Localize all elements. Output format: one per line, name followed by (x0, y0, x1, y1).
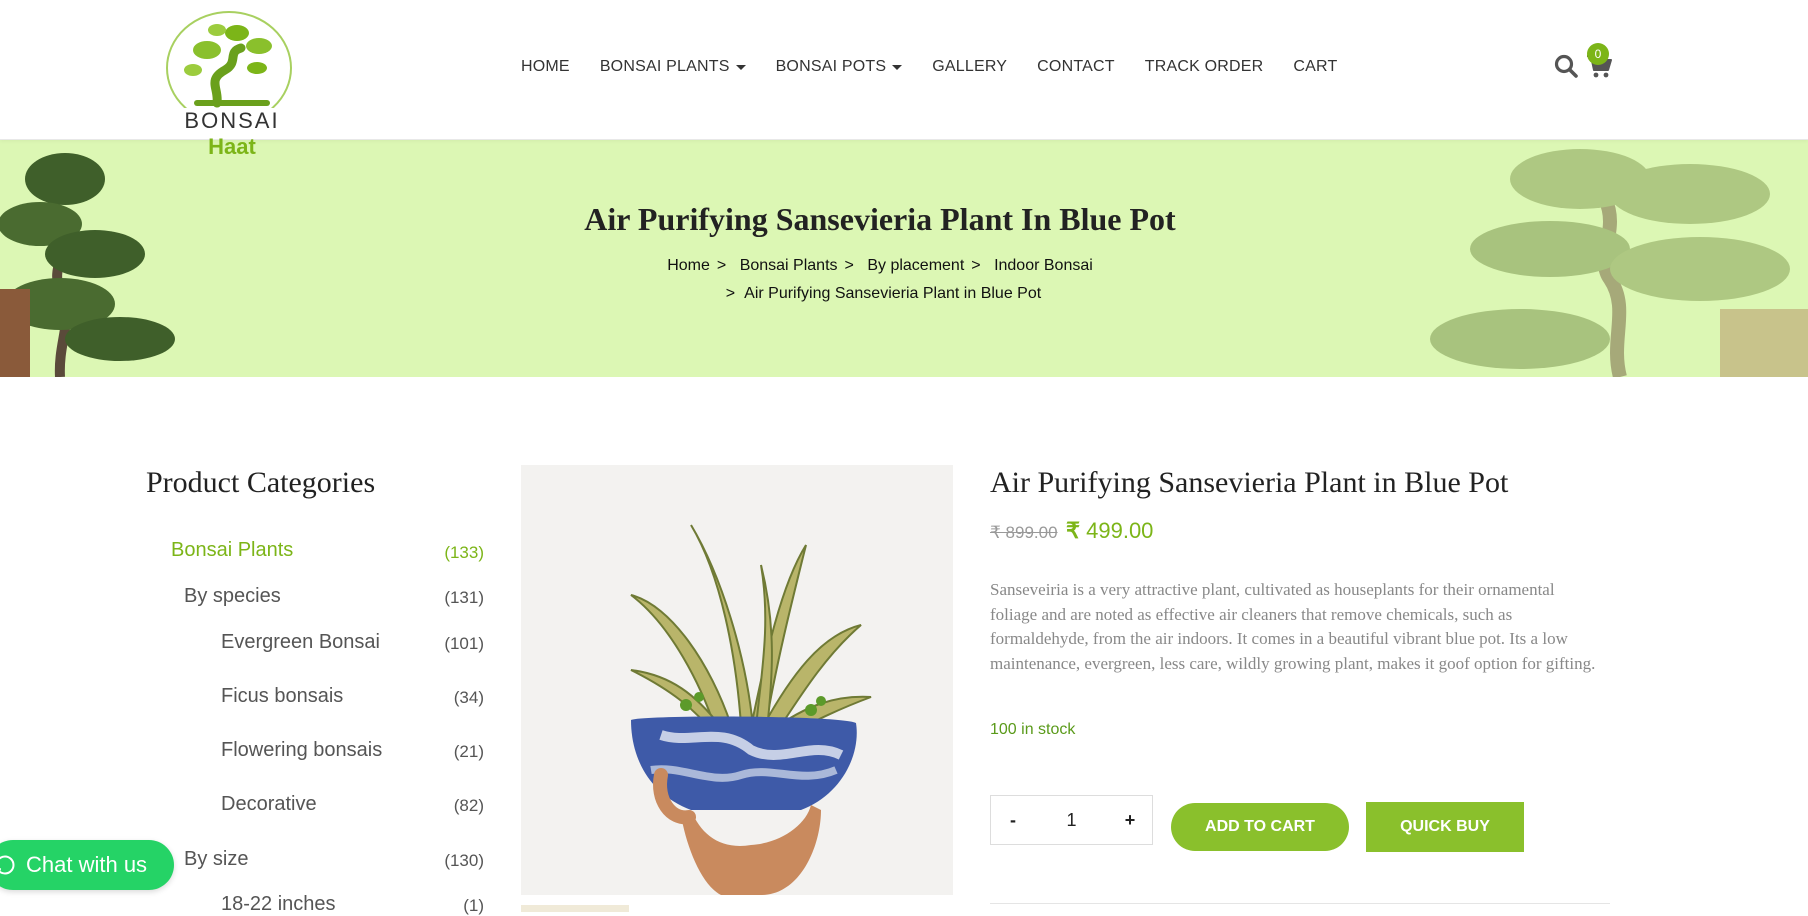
product-image[interactable] (521, 465, 953, 895)
old-price: ₹ 899.00 (990, 523, 1058, 542)
whatsapp-icon (0, 855, 15, 875)
breadcrumb-separator: > (971, 257, 981, 274)
nav-track-order[interactable]: TRACK ORDER (1145, 58, 1264, 76)
add-to-cart-button[interactable]: ADD TO CART (1171, 803, 1349, 851)
category-evergreen-bonsai[interactable]: Evergreen Bonsai (221, 631, 380, 654)
logo-text: BONSAI Haat (184, 108, 280, 159)
page-banner: Air Purifying Sansevieria Plant In Blue … (0, 139, 1808, 377)
nav-bonsai-pots-label: BONSAI POTS (775, 58, 887, 75)
nav-contact[interactable]: CONTACT (1037, 58, 1115, 76)
quantity-increase-button[interactable]: + (1108, 810, 1152, 831)
site-logo[interactable]: BONSAI Haat (157, 8, 307, 159)
category-18-22-inches[interactable]: 18-22 inches (221, 893, 336, 916)
caret-down-icon (735, 64, 746, 70)
category-by-size[interactable]: By size (184, 848, 248, 871)
breadcrumb-home[interactable]: Home (667, 257, 710, 274)
breadcrumb-indoor-bonsai[interactable]: Indoor Bonsai (994, 257, 1093, 274)
category-count: (1) (463, 896, 484, 915)
product-description: Sanseveiria is a very attractive plant, … (990, 580, 1596, 673)
nav-home[interactable]: HOME (521, 58, 570, 76)
breadcrumb-bonsai-plants[interactable]: Bonsai Plants (740, 257, 838, 274)
nav-bonsai-plants[interactable]: BONSAI PLANTS (600, 58, 746, 76)
chat-label: Chat with us (26, 852, 148, 877)
quick-buy-button[interactable]: QUICK BUY (1366, 802, 1524, 852)
quantity-input[interactable]: 1 (1050, 810, 1094, 831)
category-count: (130) (444, 851, 484, 870)
main-nav: HOME BONSAI PLANTS BONSAI POTS GALLERY C… (521, 58, 1367, 76)
category-count: (21) (453, 742, 484, 761)
bonsai-logo-icon (166, 11, 292, 125)
nav-cart[interactable]: CART (1293, 58, 1337, 76)
chat-with-us-button[interactable]: Chat with us (0, 840, 174, 890)
nav-bonsai-pots[interactable]: BONSAI POTS (776, 58, 903, 76)
product-thumbnail[interactable] (521, 905, 629, 912)
divider (990, 903, 1610, 904)
site-header: BONSAI Haat HOME BONSAI PLANTS BONSAI PO… (0, 0, 1808, 159)
cart-count-badge: 0 (1587, 43, 1609, 65)
caret-down-icon (892, 64, 903, 70)
category-ficus-bonsais[interactable]: Ficus bonsais (221, 685, 343, 708)
nav-gallery[interactable]: GALLERY (932, 58, 1007, 76)
category-bonsai-plants[interactable]: Bonsai Plants (171, 539, 293, 562)
sale-price-value: 499.00 (1086, 518, 1154, 543)
quantity-decrease-button[interactable]: - (991, 810, 1035, 831)
breadcrumb-by-placement[interactable]: By placement (867, 257, 964, 274)
category-decorative[interactable]: Decorative (221, 793, 317, 816)
category-flowering-bonsais[interactable]: Flowering bonsais (221, 739, 382, 762)
nav-bonsai-plants-label: BONSAI PLANTS (599, 58, 730, 75)
page-title: Air Purifying Sansevieria Plant In Blue … (584, 201, 1176, 237)
breadcrumb-separator: > (844, 257, 854, 274)
breadcrumb-separator: > (716, 257, 727, 274)
breadcrumb-current: Air Purifying Sansevieria Plant in Blue … (744, 285, 1042, 302)
category-by-species[interactable]: By species (184, 585, 281, 608)
search-icon[interactable] (1553, 53, 1579, 79)
breadcrumb-separator: > (725, 285, 736, 302)
sidebar-title: Product Categories (146, 466, 376, 499)
sale-price: ₹ 499.00 (1066, 518, 1153, 544)
breadcrumb: Home > Bonsai Plants > By placement > Indoo… (0, 252, 1760, 308)
category-count: (133) (444, 543, 484, 562)
category-count: (131) (444, 588, 484, 607)
product-title: Air Purifying Sansevieria Plant in Blue … (990, 466, 1509, 499)
rupee-symbol: ₹ (1066, 518, 1080, 543)
category-count: (82) (453, 796, 484, 815)
quantity-stepper: - 1 + (990, 795, 1153, 845)
sansevieria-plant-image (521, 465, 953, 895)
category-count: (101) (444, 634, 484, 653)
category-count: (34) (453, 688, 484, 707)
stock-status: 100 in stock (990, 721, 1076, 738)
